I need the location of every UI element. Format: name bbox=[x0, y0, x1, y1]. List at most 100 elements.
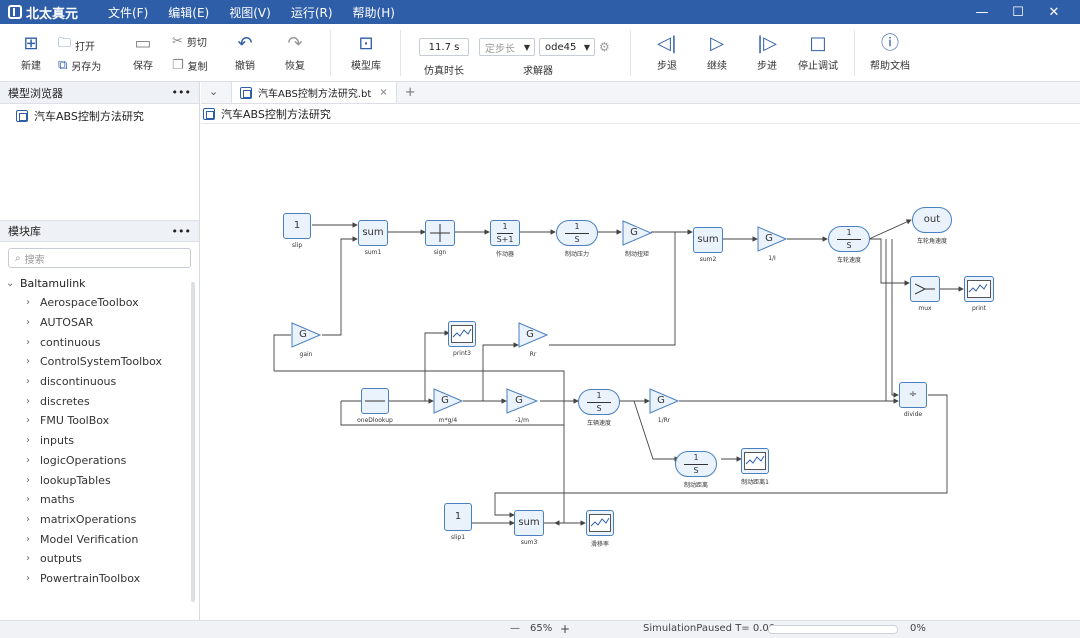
block-m1[interactable]: G bbox=[506, 388, 538, 414]
sim-time-label: 仿真时长 bbox=[424, 66, 464, 77]
block-print[interactable] bbox=[964, 276, 994, 302]
block-brakeP[interactable]: 1S bbox=[556, 220, 598, 246]
block-brakeD[interactable]: 1S bbox=[675, 451, 717, 477]
tree-root-baltamulink[interactable]: ⌄ Baltamulink bbox=[0, 274, 199, 293]
zoom-out-button[interactable]: — bbox=[510, 623, 520, 634]
app-name: 北太真元 bbox=[26, 6, 79, 22]
block-slip1[interactable]: 1 bbox=[444, 503, 472, 531]
toolbar: ⊞ 新建 🗀 打开 ⧉ 另存为 ▭ 保存 ✂ 剪切 ❐ 复制 ↶ 撤销 ↷ 恢复 ⊡ 模型库 11… bbox=[0, 24, 1080, 82]
tree-item[interactable]: › outputs bbox=[0, 549, 199, 569]
scope-icon bbox=[744, 452, 766, 470]
chevron-right-icon: › bbox=[26, 572, 30, 584]
block-divide[interactable]: ÷ bbox=[899, 382, 927, 408]
model-browser-item[interactable]: 汽车ABS控制方法研究 bbox=[0, 104, 199, 128]
block-out[interactable]: out bbox=[912, 207, 952, 233]
tree-item[interactable]: › ControlSystemToolbox bbox=[0, 352, 199, 372]
maximize-icon[interactable]: ☐ bbox=[1000, 5, 1036, 20]
block-lookup[interactable] bbox=[361, 388, 389, 414]
chevron-right-icon: › bbox=[26, 553, 30, 565]
block-brakeT[interactable]: G bbox=[622, 220, 652, 246]
add-tab-icon[interactable]: + bbox=[405, 85, 416, 100]
tree-item[interactable]: › AUTOSAR bbox=[0, 313, 199, 333]
save-button[interactable]: ▭ 保存 bbox=[126, 34, 160, 73]
block-sum1[interactable]: sum bbox=[358, 220, 388, 246]
tree-item[interactable]: › continuous bbox=[0, 332, 199, 352]
block-label: m*g/4 bbox=[438, 417, 458, 424]
block-brakeDP[interactable] bbox=[741, 448, 769, 474]
stop-debug-button[interactable]: □ 停止调试 bbox=[796, 34, 840, 73]
tree-item[interactable]: › discontinuous bbox=[0, 372, 199, 392]
menu-edit[interactable]: 编辑(E) bbox=[168, 4, 209, 21]
block-mux[interactable] bbox=[910, 276, 940, 302]
block-vehV[interactable]: 1S bbox=[578, 389, 620, 415]
tab-list-chevron-icon[interactable]: ⌄ bbox=[209, 85, 218, 98]
folder-icon: 🗀 bbox=[58, 36, 72, 51]
save-as-icon: ⧉ bbox=[58, 58, 68, 73]
block-act[interactable]: 1 S+1 bbox=[490, 220, 520, 246]
help-button[interactable]: ⓘ 帮助文档 bbox=[868, 34, 912, 73]
block-gI[interactable]: G bbox=[757, 226, 787, 252]
menu-file[interactable]: 文件(F) bbox=[108, 4, 148, 21]
tab-close-icon[interactable]: × bbox=[379, 87, 387, 98]
cut-button[interactable]: ✂ 剪切 bbox=[172, 34, 207, 49]
block-label: slip bbox=[291, 242, 303, 249]
block-sum2[interactable]: sum bbox=[693, 227, 723, 253]
minimize-icon[interactable]: — bbox=[964, 5, 1000, 20]
block-sum3[interactable]: sum bbox=[514, 510, 544, 536]
block-library-menu-icon[interactable]: ••• bbox=[172, 225, 191, 238]
tree-item[interactable]: › Model Verification bbox=[0, 529, 199, 549]
chevron-right-icon: › bbox=[26, 415, 30, 427]
tree-item[interactable]: › AerospaceToolbox bbox=[0, 293, 199, 313]
block-sign[interactable] bbox=[425, 220, 455, 246]
solver-select[interactable]: ode45 ▼ bbox=[539, 38, 595, 56]
block-rr[interactable]: G bbox=[518, 322, 548, 348]
scrollbar[interactable] bbox=[191, 282, 195, 602]
continue-button[interactable]: ▷ 继续 bbox=[700, 34, 734, 73]
solver-settings-icon[interactable]: ⚙ bbox=[599, 40, 610, 54]
tab-model[interactable]: 汽车ABS控制方法研究.bt × bbox=[231, 81, 397, 103]
left-panel: 模型浏览器 ••• 汽车ABS控制方法研究 模块库 ••• ⌕ 搜索 ⌄ Bal… bbox=[0, 82, 200, 620]
copy-button[interactable]: ❐ 复制 bbox=[172, 58, 208, 73]
block-search-input[interactable]: ⌕ 搜索 bbox=[8, 248, 191, 268]
tree-item[interactable]: › logicOperations bbox=[0, 451, 199, 471]
step-back-button[interactable]: ◁| 步退 bbox=[650, 34, 684, 73]
model-canvas[interactable]: 1 slip sum sum1 sign 1 S+1 作动器 1 S 制动压力 G 制动扭矩 sum sum… bbox=[201, 125, 1080, 620]
open-button[interactable]: 🗀 打开 bbox=[58, 34, 95, 56]
tree-item[interactable]: › FMU ToolBox bbox=[0, 411, 199, 431]
block-label: 制动压力 bbox=[564, 251, 589, 258]
block-wheelV[interactable]: 1S bbox=[828, 226, 870, 252]
menu-run[interactable]: 运行(R) bbox=[291, 4, 333, 21]
save-as-button[interactable]: ⧉ 另存为 bbox=[58, 58, 101, 73]
undo-button[interactable]: ↶ 撤销 bbox=[228, 34, 262, 73]
close-icon[interactable]: ✕ bbox=[1036, 5, 1072, 20]
zoom-in-button[interactable]: + bbox=[560, 622, 570, 636]
block-print3[interactable] bbox=[448, 321, 476, 347]
block-gain[interactable]: G bbox=[291, 322, 321, 348]
tree-item[interactable]: › discretes bbox=[0, 391, 199, 411]
step-forward-button[interactable]: |▷ 步进 bbox=[750, 34, 784, 73]
block-mg4[interactable]: G bbox=[433, 388, 463, 414]
block-slipR[interactable] bbox=[586, 510, 614, 536]
tab-bar: ⌄ 汽车ABS控制方法研究.bt × + bbox=[201, 81, 1080, 104]
tree-item[interactable]: › lookupTables bbox=[0, 470, 199, 490]
chevron-right-icon: › bbox=[26, 494, 30, 506]
tree-item[interactable]: › inputs bbox=[0, 431, 199, 451]
block-slip[interactable]: 1 bbox=[283, 213, 311, 239]
chevron-right-icon: › bbox=[26, 336, 30, 348]
chevron-right-icon: › bbox=[26, 474, 30, 486]
model-browser-menu-icon[interactable]: ••• bbox=[172, 86, 191, 99]
new-button[interactable]: ⊞ 新建 bbox=[14, 34, 48, 73]
block-label: 作动器 bbox=[495, 251, 514, 258]
block-label: sum2 bbox=[699, 256, 717, 263]
model-library-button[interactable]: ⊡ 模型库 bbox=[348, 34, 384, 73]
tree-item[interactable]: › maths bbox=[0, 490, 199, 510]
tree-item[interactable]: › PowertrainToolbox bbox=[0, 569, 199, 589]
tree-item[interactable]: › matrixOperations bbox=[0, 510, 199, 530]
redo-button[interactable]: ↷ 恢复 bbox=[278, 34, 312, 73]
sim-time-input[interactable]: 11.7 s bbox=[419, 38, 469, 56]
menu-view[interactable]: 视图(V) bbox=[229, 4, 271, 21]
block-label: print3 bbox=[453, 350, 471, 357]
menu-help[interactable]: 帮助(H) bbox=[353, 4, 395, 21]
step-type-select[interactable]: 定步长 ▼ bbox=[479, 38, 535, 56]
block-rrG[interactable]: G bbox=[649, 388, 679, 414]
